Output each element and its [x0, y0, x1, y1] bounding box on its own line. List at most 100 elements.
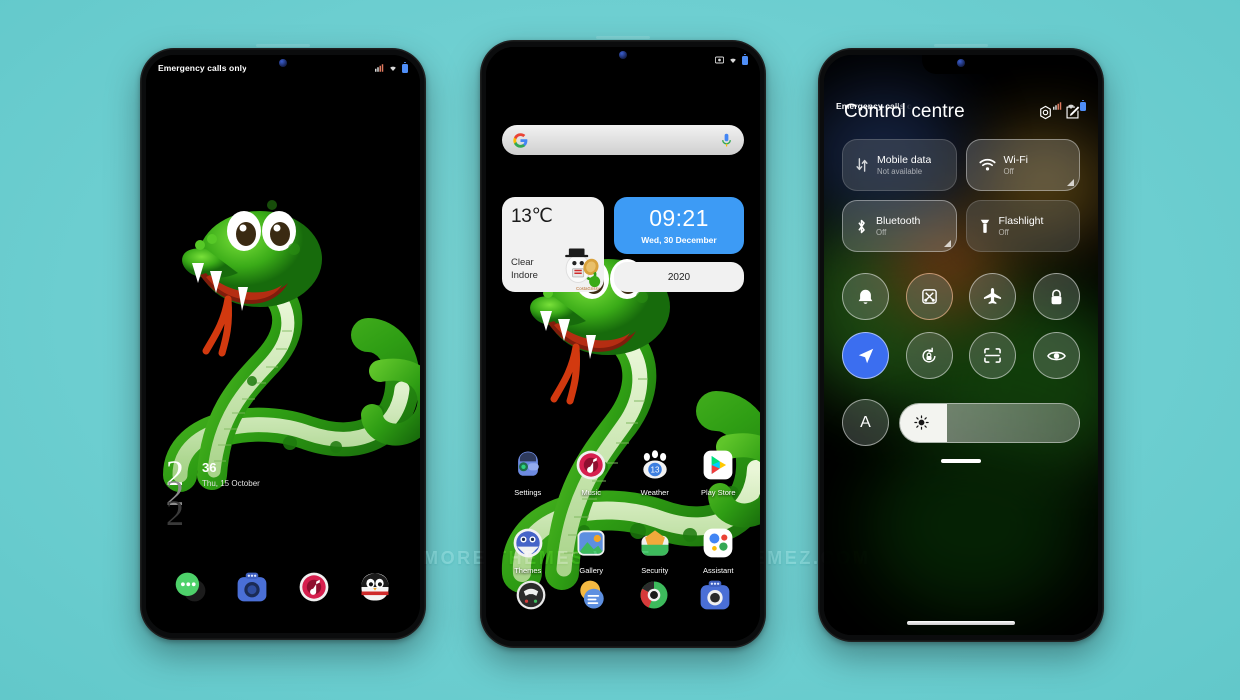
lockscreen-clock: 2 2 2 36 Thu, 15 October: [166, 455, 260, 531]
earpiece-speaker: [256, 44, 310, 47]
tile-label: Wi-Fi: [1003, 153, 1029, 166]
brightness-row: A: [842, 399, 1080, 446]
bluetooth-icon: [858, 219, 865, 233]
app-label: Security: [641, 566, 669, 575]
phone-icon[interactable]: [513, 577, 549, 613]
cast-icon: [921, 289, 937, 304]
camera-icon[interactable]: [697, 577, 733, 613]
phone2-dock: [486, 577, 760, 613]
play-store-icon: [703, 450, 733, 480]
flashlight-icon: [980, 219, 989, 233]
expand-corner-icon[interactable]: [943, 240, 951, 247]
weather-icon: 13: [643, 450, 667, 479]
music-icon: [576, 450, 606, 480]
tile-label: Bluetooth: [876, 214, 921, 227]
location-arrow-icon: [858, 348, 873, 363]
hour-digit-bottom: 2: [166, 493, 184, 533]
toggle-airplane-mode[interactable]: [969, 273, 1017, 320]
toggle-cast[interactable]: [905, 273, 953, 320]
carrier-label: Emergency calls only: [158, 63, 247, 73]
panel-drag-handle[interactable]: [941, 459, 981, 463]
security-icon: [641, 530, 669, 556]
toggle-silent-bell[interactable]: [842, 273, 889, 320]
front-camera-icon: [957, 59, 965, 67]
tile-wifi[interactable]: Wi-Fi Off: [965, 139, 1080, 191]
music-icon[interactable]: [296, 569, 332, 605]
notch: [922, 55, 1000, 74]
wifi-icon: [978, 158, 996, 171]
google-g-icon: [513, 132, 528, 148]
clock-widget[interactable]: 09:21 Wed, 30 December: [614, 197, 744, 254]
penguin-icon[interactable]: [357, 569, 393, 605]
camera-icon[interactable]: [234, 569, 270, 605]
toggle-scanner[interactable]: [969, 332, 1017, 379]
microphone-icon[interactable]: [720, 133, 733, 148]
tile-status: Off: [998, 227, 1009, 237]
mobile-data-icon: [856, 158, 868, 172]
phone-lockscreen: Emergency calls only 2 2 2 36 Thu, 15 Oc…: [140, 44, 426, 640]
tile-flashlight[interactable]: Flashlight Off: [965, 200, 1080, 252]
auto-brightness-button[interactable]: A: [842, 399, 889, 446]
app-assistant[interactable]: Assistant: [689, 525, 747, 575]
phone-control-centre: Emergency calls o Control centre Mobile …: [818, 44, 1104, 642]
wifi-icon: [390, 66, 396, 71]
signal-icon: [375, 64, 384, 72]
tile-bluetooth[interactable]: Bluetooth Off: [842, 200, 957, 252]
eye-icon: [1047, 351, 1066, 360]
toggle-screen-lock[interactable]: [1032, 273, 1080, 320]
app-label: Settings: [514, 488, 542, 497]
phone3-screen[interactable]: Emergency calls o Control centre Mobile …: [824, 55, 1098, 635]
weather-widget[interactable]: 13℃ Clear Indore CostaGrissy: [502, 197, 604, 292]
earpiece-speaker: [934, 44, 988, 47]
mascot-illustration: [565, 248, 601, 288]
assistant-icon: [703, 528, 733, 558]
battery-icon: [1080, 99, 1086, 111]
settings-icon: [517, 451, 539, 476]
wifi-icon: [730, 58, 736, 63]
earpiece-speaker: [596, 36, 650, 39]
clock-time: 09:21: [649, 204, 709, 231]
screenshot-icon: [715, 56, 724, 64]
app-security[interactable]: Security: [626, 525, 684, 575]
messages-icon[interactable]: [574, 577, 610, 613]
tile-status: Off: [1003, 166, 1014, 176]
google-search-bar[interactable]: [502, 125, 744, 155]
weather-temperature: 13℃: [511, 206, 553, 227]
phone1-screen[interactable]: Emergency calls only 2 2 2 36 Thu, 15 Oc…: [146, 55, 420, 633]
toggle-location[interactable]: [842, 332, 889, 379]
app-label: Music: [581, 488, 602, 497]
gallery-icon: [577, 530, 605, 556]
brightness-sun-icon: [914, 415, 929, 430]
lockscreen-minutes: 36: [202, 460, 217, 475]
lockscreen-date: Thu, 15 October: [202, 479, 260, 488]
expand-corner-icon[interactable]: [1067, 179, 1074, 186]
app-settings[interactable]: Settings: [499, 447, 557, 497]
lock-icon: [1051, 288, 1062, 304]
messaging-icon[interactable]: [173, 569, 209, 605]
rotation-lock-icon: [922, 347, 936, 363]
brightness-slider[interactable]: [899, 402, 1080, 443]
browser-icon[interactable]: [636, 577, 672, 613]
wallpaper-snake: [146, 55, 420, 633]
scan-icon: [984, 348, 1002, 363]
app-label: Weather: [640, 488, 669, 497]
tile-mobile-data[interactable]: Mobile data Not available: [842, 139, 957, 191]
year-widget[interactable]: 2020: [614, 262, 744, 292]
app-music[interactable]: Music: [562, 447, 620, 497]
app-weather[interactable]: 13 Weather: [626, 447, 684, 497]
toggle-auto-rotate[interactable]: [905, 332, 953, 379]
battery-icon: [402, 61, 408, 73]
carrier-label: Emergency calls o: [836, 101, 913, 111]
phone2-screen[interactable]: 13℃ Clear Indore CostaGrissy 09:21 Wed, …: [486, 47, 760, 641]
notch: [244, 55, 322, 74]
toggle-reading-mode[interactable]: [1032, 332, 1080, 379]
phone-homescreen: 13℃ Clear Indore CostaGrissy 09:21 Wed, …: [480, 36, 766, 648]
svg-text:13: 13: [650, 466, 659, 475]
app-play-store[interactable]: Play Store: [689, 447, 747, 497]
phone1-dock: [146, 569, 420, 605]
app-themes[interactable]: Themes: [499, 525, 557, 575]
app-label: Gallery: [579, 566, 604, 575]
home-indicator[interactable]: [907, 621, 1015, 625]
app-gallery[interactable]: Gallery: [562, 525, 620, 575]
tile-status: Not available: [877, 166, 923, 176]
